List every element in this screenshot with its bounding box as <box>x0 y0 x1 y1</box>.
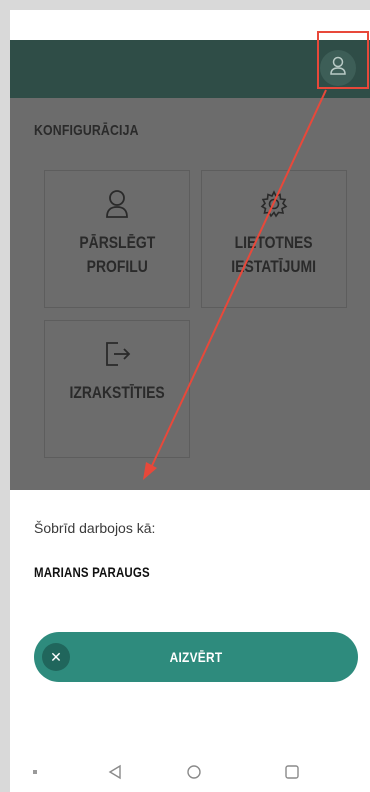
tile-label: PĀRSLĒGT PROFILU <box>79 233 155 276</box>
recents-dot-icon <box>32 762 38 782</box>
configuration-panel: KONFIGURĀCIJA PĀRSLĒGT PROFILU LIETOTNES… <box>10 98 370 490</box>
app-bar <box>10 40 370 98</box>
gear-icon <box>259 187 289 221</box>
close-button-label: AIZVĒRT <box>169 649 223 665</box>
section-title: KONFIGURĀCIJA <box>34 122 139 139</box>
tile-label: LIETOTNES IESTATĪJUMI <box>231 233 317 276</box>
close-icon: ✕ <box>42 643 70 671</box>
screenshot-frame: KONFIGURĀCIJA PĀRSLĒGT PROFILU LIETOTNES… <box>0 0 370 792</box>
current-user-caption: Šobrīd darbojos kā: <box>34 520 156 536</box>
logout-icon <box>102 337 132 371</box>
user-icon <box>329 56 347 81</box>
phone-screen: KONFIGURĀCIJA PĀRSLĒGT PROFILU LIETOTNES… <box>10 10 370 792</box>
bottom-sheet: Šobrīd darbojos kā: MARIANS PARAUGS ✕ AI… <box>10 490 370 752</box>
app-settings-tile[interactable]: LIETOTNES IESTATĪJUMI <box>201 170 347 308</box>
tile-label: IZRAKSTĪTIES <box>69 383 165 402</box>
home-icon[interactable] <box>186 762 202 782</box>
user-icon <box>102 187 132 221</box>
switch-profile-tile[interactable]: PĀRSLĒGT PROFILU <box>44 170 190 308</box>
system-nav-bar <box>10 752 370 792</box>
sign-out-tile[interactable]: IZRAKSTĪTIES <box>44 320 190 458</box>
status-bar <box>10 10 370 40</box>
close-button[interactable]: ✕ AIZVĒRT <box>34 632 358 682</box>
back-icon[interactable] <box>108 762 122 782</box>
current-user-name: MARIANS PARAUGS <box>34 564 150 580</box>
profile-button[interactable] <box>320 50 356 86</box>
overview-icon[interactable] <box>284 762 300 782</box>
